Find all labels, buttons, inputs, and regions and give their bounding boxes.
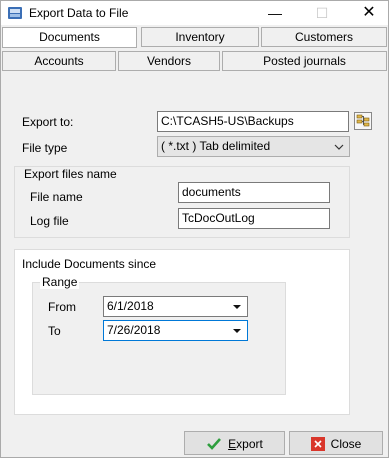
- checkmark-icon: [207, 437, 222, 450]
- to-label: To: [48, 324, 61, 338]
- tab-vendors[interactable]: Vendors: [118, 51, 220, 71]
- app-icon: [8, 7, 22, 19]
- from-label: From: [48, 300, 76, 314]
- export-dialog: Export Data to File — ☐ ✕ Documents Inve…: [0, 0, 389, 458]
- from-date-value: 6/1/2018: [107, 299, 154, 313]
- tab-documents-label: Documents: [39, 30, 100, 44]
- export-button-mnemonic: E: [228, 436, 237, 451]
- folder-browse-icon[interactable]: [354, 112, 372, 130]
- close-window-button[interactable]: ✕: [353, 1, 385, 25]
- file-name-label: File name: [30, 190, 83, 204]
- to-date-picker[interactable]: 7/26/2018: [103, 320, 248, 341]
- to-date-value: 7/26/2018: [107, 323, 161, 337]
- window-title: Export Data to File: [29, 6, 129, 20]
- export-button[interactable]: Export: [184, 431, 285, 455]
- chevron-down-icon: [233, 305, 241, 309]
- export-to-input[interactable]: C:\TCASH5-US\Backups: [157, 111, 349, 132]
- close-button-label: Close: [330, 436, 362, 451]
- tab-inventory-label: Inventory: [175, 30, 225, 44]
- export-files-name-label: Export files name: [24, 167, 117, 181]
- tab-vendors-label: Vendors: [146, 54, 192, 68]
- tab-customers-label: Customers: [294, 30, 353, 44]
- close-button[interactable]: Close: [289, 431, 383, 455]
- tab-customers[interactable]: Customers: [261, 27, 387, 47]
- log-file-label: Log file: [30, 214, 69, 228]
- close-icon: [310, 436, 325, 451]
- maximize-button[interactable]: ☐: [306, 1, 338, 25]
- chevron-down-icon: [233, 329, 241, 333]
- from-date-picker[interactable]: 6/1/2018: [103, 296, 248, 317]
- range-label: Range: [40, 275, 80, 289]
- log-file-input[interactable]: TcDocOutLog: [178, 208, 330, 229]
- chevron-down-icon: [334, 144, 344, 150]
- tab-posted-journals-label: Posted journals: [263, 54, 346, 68]
- tab-accounts[interactable]: Accounts: [2, 51, 116, 71]
- include-since-label: Include Documents since: [22, 257, 157, 271]
- export-button-label: xport: [236, 436, 263, 451]
- file-type-label: File type: [22, 141, 68, 155]
- file-name-input[interactable]: documents: [178, 182, 330, 203]
- tab-inventory[interactable]: Inventory: [141, 27, 259, 47]
- minimize-button[interactable]: —: [259, 1, 291, 25]
- file-type-value: ( *.txt ) Tab delimited: [161, 139, 271, 153]
- tab-posted-journals[interactable]: Posted journals: [222, 51, 387, 71]
- title-bar: Export Data to File — ☐ ✕: [1, 1, 388, 25]
- tab-documents[interactable]: Documents: [2, 27, 137, 48]
- file-type-select[interactable]: ( *.txt ) Tab delimited: [157, 136, 350, 157]
- export-to-label: Export to:: [22, 115, 74, 129]
- tab-accounts-label: Accounts: [34, 54, 84, 68]
